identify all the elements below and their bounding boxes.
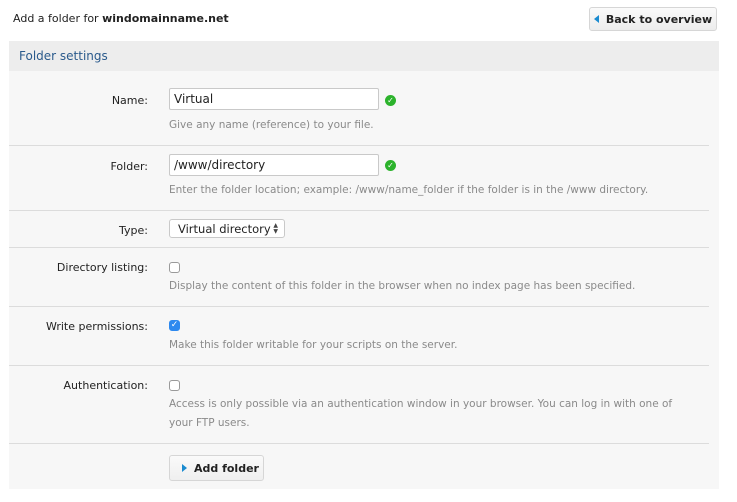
- select-arrows-icon: ▲ ▼: [273, 222, 278, 235]
- add-folder-button[interactable]: Add folder: [169, 455, 264, 481]
- back-to-overview-button[interactable]: Back to overview: [589, 7, 717, 31]
- folder-valid-icon: ✓: [385, 160, 396, 171]
- write-permissions-checkbox[interactable]: ✓: [169, 320, 180, 331]
- page-title-prefix: Add a folder for: [13, 12, 103, 25]
- authentication-checkbox[interactable]: [169, 380, 180, 391]
- type-label: Type:: [119, 224, 148, 237]
- write-permissions-row: Write permissions: ✓ Make this folder wr…: [9, 306, 709, 366]
- directory-listing-row: Directory listing: Display the content o…: [9, 247, 709, 307]
- folder-input[interactable]: [169, 154, 379, 176]
- domain-name: windomainname.net: [102, 12, 229, 25]
- name-row: Name: ✓ Give any name (reference) to you…: [9, 71, 709, 146]
- write-permissions-label: Write permissions:: [45, 320, 148, 333]
- folder-settings-panel: Folder settings Name: ✓ Give any name (r…: [9, 41, 719, 489]
- directory-listing-help: Display the content of this folder in th…: [169, 280, 636, 292]
- name-help: Give any name (reference) to your file.: [169, 119, 374, 131]
- authentication-help: Access is only possible via an authentic…: [169, 398, 673, 429]
- directory-listing-checkbox[interactable]: [169, 262, 180, 273]
- name-input[interactable]: [169, 88, 379, 110]
- type-select[interactable]: Virtual directory ▲ ▼: [169, 219, 285, 238]
- type-select-value: Virtual directory: [178, 221, 271, 236]
- back-to-overview-label: Back to overview: [605, 12, 713, 26]
- folder-label: Folder:: [110, 160, 148, 173]
- type-row: Type: Virtual directory ▲ ▼: [9, 210, 709, 248]
- directory-listing-label: Directory listing:: [56, 261, 148, 274]
- folder-help: Enter the folder location; example: /www…: [169, 184, 649, 196]
- caret-left-icon: [593, 15, 599, 23]
- page-title: Add a folder for windomainname.net: [13, 12, 229, 25]
- authentication-label: Authentication:: [63, 379, 148, 392]
- add-folder-label: Add folder: [194, 461, 259, 475]
- panel-title: Folder settings: [9, 41, 719, 71]
- folder-row: Folder: ✓ Enter the folder location; exa…: [9, 145, 709, 211]
- authentication-row: Authentication: Access is only possible …: [9, 365, 709, 444]
- name-valid-icon: ✓: [385, 95, 396, 106]
- write-permissions-help: Make this folder writable for your scrip…: [169, 339, 458, 351]
- name-label: Name:: [111, 94, 148, 107]
- caret-right-icon: [182, 464, 187, 472]
